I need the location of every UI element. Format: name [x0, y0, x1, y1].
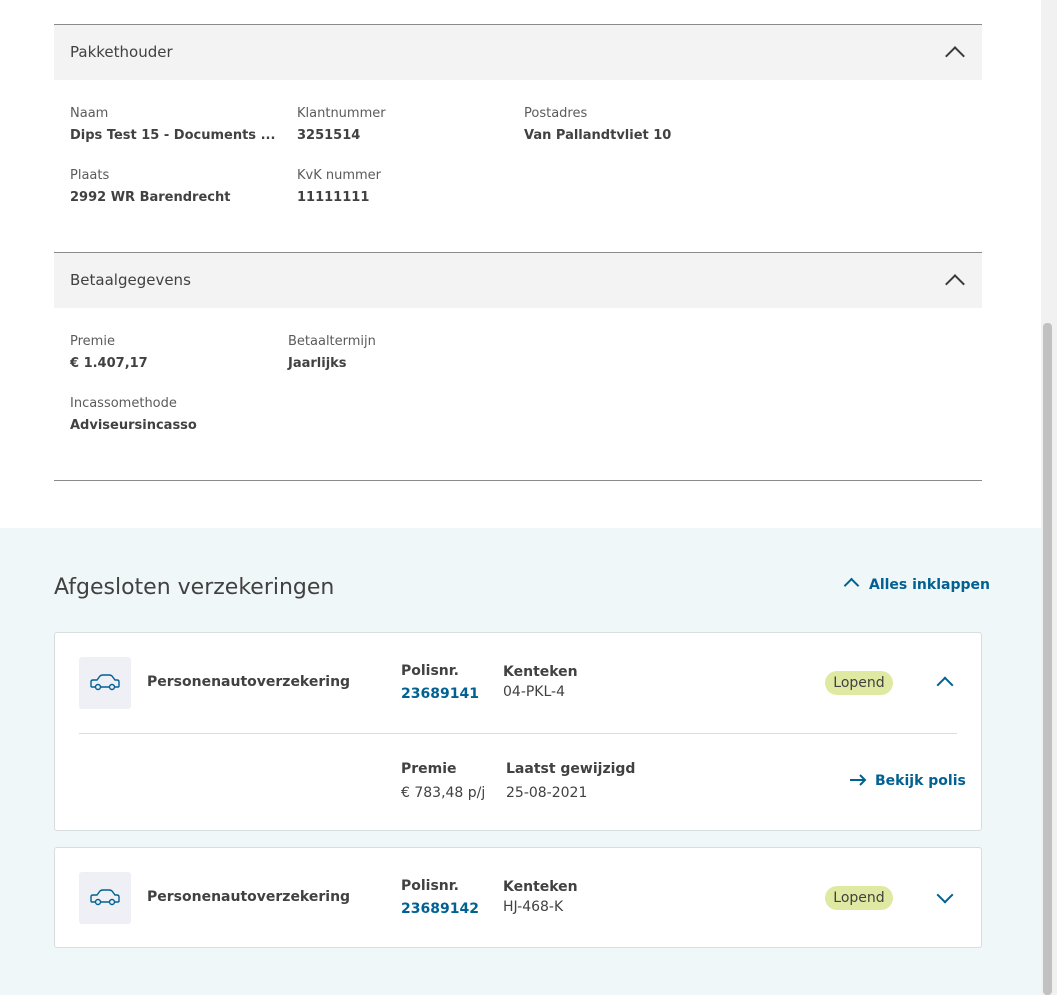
- postadres-label: Postadres: [524, 106, 588, 121]
- car-icon-box: [79, 657, 131, 709]
- collapse-all-button[interactable]: Alles inklappen: [843, 577, 990, 594]
- premie-label: Premie: [401, 761, 457, 777]
- top-area: Pakkethouder Naam Dips Test 15 - Documen…: [0, 0, 1041, 528]
- status-badge: Lopend: [825, 886, 893, 910]
- chevron-up-icon[interactable]: [945, 46, 965, 66]
- klantnummer-label: Klantnummer: [297, 106, 386, 121]
- naam-value: Dips Test 15 - Documents ...: [70, 128, 276, 143]
- product-name: Personenautoverzekering: [147, 889, 351, 905]
- bekijk-polis-label: Bekijk polis: [875, 773, 966, 789]
- car-icon: [90, 674, 120, 691]
- plaats-label: Plaats: [70, 168, 110, 183]
- klantnummer-field: Klantnummer 3251514: [297, 106, 386, 144]
- postadres-value: Van Pallandtvliet 10: [524, 128, 672, 143]
- gewijzigd-label: Laatst gewijzigd: [506, 761, 636, 777]
- pakkethouder-header[interactable]: Pakkethouder: [54, 25, 982, 80]
- betaaltermijn-label: Betaaltermijn: [288, 334, 376, 349]
- kenteken-value: 04-PKL-4: [503, 684, 566, 700]
- chevron-up-icon: [843, 577, 860, 594]
- car-icon: [90, 889, 120, 906]
- card-divider: [79, 733, 957, 734]
- naam-label: Naam: [70, 106, 109, 121]
- section-heading: Afgesloten verzekeringen: [54, 575, 335, 600]
- policy-card: Personenautoverzekering Polisnr. 2368914…: [54, 632, 982, 831]
- status-badge: Lopend: [825, 671, 893, 695]
- betaaltermijn-value: Jaarlijks: [288, 356, 347, 371]
- polis-number-link[interactable]: 23689141: [401, 686, 479, 702]
- premie-field: Premie € 1.407,17: [70, 334, 148, 372]
- chevron-down-icon[interactable]: [936, 886, 954, 904]
- betaalgegevens-title: Betaalgegevens: [70, 271, 191, 289]
- incasso-value: Adviseursincasso: [70, 418, 197, 433]
- betaaltermijn-field: Betaaltermijn Jaarlijks: [288, 334, 376, 372]
- chevron-up-icon[interactable]: [936, 676, 954, 694]
- arrow-right-icon: [850, 774, 867, 786]
- collapse-all-label: Alles inklappen: [869, 577, 990, 593]
- kenteken-label: Kenteken: [503, 879, 578, 895]
- kvk-value: 11111111: [297, 190, 370, 205]
- policy-card: Personenautoverzekering Polisnr. 2368914…: [54, 847, 982, 948]
- betaalgegevens-header[interactable]: Betaalgegevens: [54, 253, 982, 308]
- product-name: Personenautoverzekering: [147, 674, 351, 690]
- kenteken-value: HJ-468-K: [503, 899, 564, 915]
- scrollbar-thumb[interactable]: [1043, 323, 1052, 995]
- kvk-field: KvK nummer 11111111: [297, 168, 381, 206]
- premie-value: € 783,48 p/j: [401, 785, 486, 801]
- gewijzigd-value: 25-08-2021: [506, 785, 588, 801]
- kvk-label: KvK nummer: [297, 168, 382, 183]
- bekijk-polis-link[interactable]: Bekijk polis: [849, 773, 966, 789]
- pakkethouder-title: Pakkethouder: [70, 43, 173, 61]
- car-icon-box: [79, 872, 131, 924]
- plaats-value: 2992 WR Barendrecht: [70, 190, 231, 205]
- polis-number-link[interactable]: 23689142: [401, 901, 479, 917]
- polis-label: Polisnr.: [401, 878, 460, 894]
- naam-field: Naam Dips Test 15 - Documents ...: [70, 106, 275, 144]
- premie-label: Premie: [70, 334, 115, 349]
- kenteken-label: Kenteken: [503, 664, 578, 680]
- klantnummer-value: 3251514: [297, 128, 361, 143]
- verzekeringen-section: Afgesloten verzekeringen Alles inklappen…: [0, 528, 1041, 995]
- postadres-field: Postadres Van Pallandtvliet 10: [524, 106, 671, 144]
- incasso-label: Incassomethode: [70, 396, 177, 411]
- divider-line: [54, 480, 982, 481]
- plaats-field: Plaats 2992 WR Barendrecht: [70, 168, 230, 206]
- chevron-up-icon[interactable]: [945, 274, 965, 294]
- premie-value: € 1.407,17: [70, 356, 148, 371]
- polis-label: Polisnr.: [401, 663, 460, 679]
- incasso-field: Incassomethode Adviseursincasso: [70, 396, 197, 434]
